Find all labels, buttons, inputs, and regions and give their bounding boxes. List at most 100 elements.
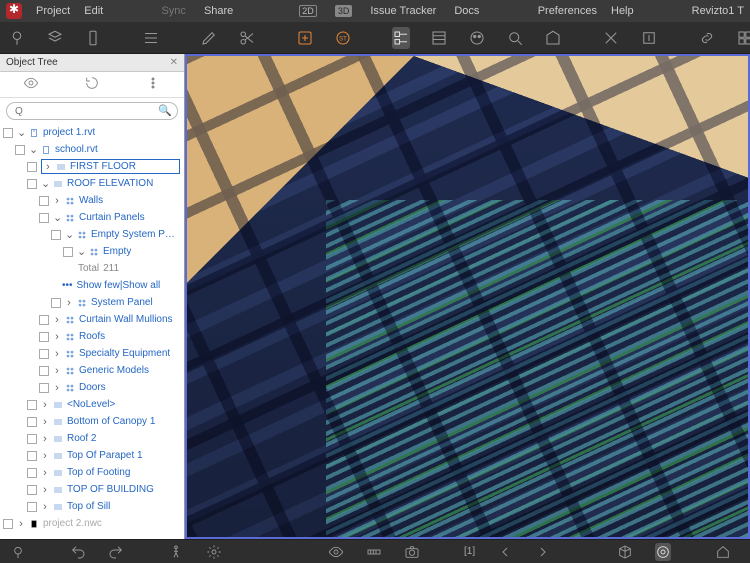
appearance-icon[interactable]: [468, 27, 486, 49]
node-label[interactable]: Curtain Wall Mullions: [79, 314, 173, 325]
checkbox[interactable]: [27, 434, 37, 444]
checkbox[interactable]: [39, 213, 49, 223]
node-label[interactable]: Top Of Parapet 1: [67, 450, 143, 461]
tree-node-mullions[interactable]: › Curtain Wall Mullions: [0, 311, 184, 328]
checkbox[interactable]: [27, 179, 37, 189]
node-label[interactable]: Top of Footing: [67, 467, 130, 478]
twisty-icon[interactable]: ›: [41, 450, 49, 462]
add-issue-icon[interactable]: [296, 27, 314, 49]
pencil-icon[interactable]: [200, 27, 218, 49]
node-label[interactable]: school.rvt: [55, 144, 98, 155]
search-elements-icon[interactable]: [506, 27, 524, 49]
stamp-icon[interactable]: ST: [334, 27, 352, 49]
checkbox[interactable]: [39, 349, 49, 359]
checkbox[interactable]: [27, 468, 37, 478]
tree-node-specialty[interactable]: › Specialty Equipment: [0, 345, 184, 362]
tree-node-school[interactable]: ⌄ school.rvt: [0, 141, 184, 158]
node-label[interactable]: Doors: [79, 382, 106, 393]
export-icon[interactable]: [640, 27, 658, 49]
viewpoint-indicator[interactable]: [1]: [464, 546, 475, 557]
properties-icon[interactable]: [430, 27, 448, 49]
tree-node-parapet[interactable]: › Top Of Parapet 1: [0, 447, 184, 464]
checkbox[interactable]: [3, 128, 13, 138]
redo-icon[interactable]: [108, 543, 124, 561]
checkbox[interactable]: [27, 162, 37, 172]
render-mode-icon[interactable]: [655, 543, 671, 561]
show-all-link[interactable]: Show all: [122, 280, 160, 291]
tree-node-first-floor[interactable]: › FIRST FLOOR: [0, 158, 184, 175]
device-icon[interactable]: [84, 27, 102, 49]
twisty-icon[interactable]: ›: [41, 399, 49, 411]
twisty-icon[interactable]: ›: [53, 331, 61, 343]
checkbox[interactable]: [27, 417, 37, 427]
ruler-icon[interactable]: [366, 543, 382, 561]
checkbox[interactable]: [15, 145, 25, 155]
node-label[interactable]: Bottom of Canopy 1: [67, 416, 155, 427]
twisty-icon[interactable]: ›: [41, 433, 49, 445]
search-input[interactable]: [6, 102, 178, 120]
object-tree-icon[interactable]: [392, 27, 410, 49]
undo-icon[interactable]: [70, 543, 86, 561]
view-3d-toggle[interactable]: 3D: [335, 5, 353, 17]
visibility-icon[interactable]: [23, 75, 39, 94]
view-2d-toggle[interactable]: 2D: [299, 5, 317, 17]
node-label[interactable]: Top of Sill: [67, 501, 110, 512]
twisty-icon[interactable]: ›: [53, 348, 61, 360]
walk-icon[interactable]: [168, 543, 184, 561]
node-label[interactable]: <NoLevel>: [67, 399, 115, 410]
twisty-icon[interactable]: ›: [53, 314, 61, 326]
tree-node-empty[interactable]: ⌄ Empty: [0, 243, 184, 260]
next-viewpoint-icon[interactable]: [535, 543, 551, 561]
checkbox[interactable]: [3, 519, 13, 529]
twisty-icon[interactable]: ›: [65, 297, 73, 309]
checkbox[interactable]: [39, 383, 49, 393]
section-icon[interactable]: [142, 27, 160, 49]
node-label[interactable]: Empty System Panel: [91, 229, 180, 240]
show-few-link[interactable]: Show few: [77, 280, 120, 291]
pin-icon[interactable]: [8, 27, 26, 49]
checkbox[interactable]: [27, 451, 37, 461]
clash-icon[interactable]: [602, 27, 620, 49]
location-icon[interactable]: [10, 543, 26, 561]
node-label[interactable]: TOP OF BUILDING: [67, 484, 154, 495]
settings-icon[interactable]: [206, 543, 222, 561]
checkbox[interactable]: [39, 332, 49, 342]
menu-docs[interactable]: Docs: [454, 5, 479, 17]
cube-icon[interactable]: [617, 543, 633, 561]
viewport-3d[interactable]: [185, 54, 750, 539]
twisty-icon[interactable]: ›: [17, 518, 25, 530]
twisty-icon[interactable]: ›: [41, 467, 49, 479]
twisty-icon[interactable]: ›: [53, 365, 61, 377]
checkbox[interactable]: [39, 196, 49, 206]
menu-edit[interactable]: Edit: [84, 5, 103, 17]
reset-icon[interactable]: [84, 75, 100, 94]
tree-node-curtain-panels[interactable]: ⌄ Curtain Panels: [0, 209, 184, 226]
more-icon[interactable]: [145, 75, 161, 94]
checkbox[interactable]: [27, 400, 37, 410]
checkbox[interactable]: [39, 366, 49, 376]
node-label[interactable]: Roof 2: [67, 433, 96, 444]
rooms-icon[interactable]: [544, 27, 562, 49]
node-label[interactable]: Walls: [79, 195, 103, 206]
checkbox[interactable]: [51, 298, 61, 308]
tree-node-nolevel[interactable]: › <NoLevel>: [0, 396, 184, 413]
node-label[interactable]: System Panel: [91, 297, 153, 308]
twisty-icon[interactable]: ›: [53, 195, 61, 207]
twisty-icon[interactable]: ›: [53, 382, 61, 394]
tree-node-roof2[interactable]: › Roof 2: [0, 430, 184, 447]
node-label[interactable]: project 2.nwc: [43, 518, 102, 529]
tree-node-empty-panel[interactable]: ⌄ Empty System Panel: [0, 226, 184, 243]
checkbox[interactable]: [27, 502, 37, 512]
twisty-icon[interactable]: ⌄: [29, 143, 37, 156]
twisty-icon[interactable]: ⌄: [53, 211, 61, 224]
prev-viewpoint-icon[interactable]: [497, 543, 513, 561]
tree-node-canopy[interactable]: › Bottom of Canopy 1: [0, 413, 184, 430]
home-icon[interactable]: [715, 543, 731, 561]
menu-issue-tracker[interactable]: Issue Tracker: [370, 5, 436, 17]
tree-node-roof-elev[interactable]: ⌄ ROOF ELEVATION: [0, 175, 184, 192]
tree-node-sill[interactable]: › Top of Sill: [0, 498, 184, 515]
menu-help[interactable]: Help: [611, 5, 634, 17]
tree-node-project2[interactable]: › project 2.nwc: [0, 515, 184, 532]
node-label[interactable]: Roofs: [79, 331, 105, 342]
node-label[interactable]: project 1.rvt: [43, 127, 95, 138]
